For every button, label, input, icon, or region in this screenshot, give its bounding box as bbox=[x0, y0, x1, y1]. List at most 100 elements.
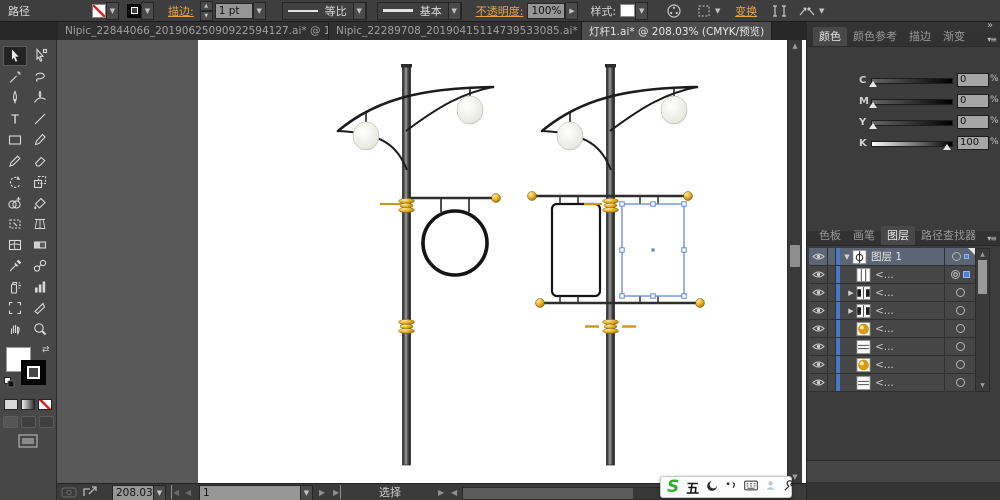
layer-label[interactable]: <... bbox=[875, 287, 944, 299]
stroke-weight-input[interactable]: 1 pt bbox=[215, 3, 253, 19]
visibility-toggle[interactable] bbox=[809, 356, 828, 373]
draw-inside-button[interactable] bbox=[39, 416, 54, 428]
layers-scroll-thumb[interactable] bbox=[978, 260, 987, 294]
lock-cell[interactable] bbox=[828, 320, 836, 337]
scroll-up-icon[interactable]: ▲ bbox=[788, 42, 802, 50]
layers-scrollbar[interactable]: ▲ ▼ bbox=[975, 248, 990, 392]
visibility-toggle[interactable] bbox=[809, 374, 828, 391]
lower-panel-menu-icon[interactable]: ▾≡ bbox=[987, 234, 996, 243]
rectangle-tool[interactable] bbox=[3, 130, 27, 150]
stroke-link[interactable]: 描边: bbox=[168, 3, 194, 19]
type-tool[interactable]: T bbox=[3, 109, 27, 129]
eyedropper-tool[interactable] bbox=[3, 256, 27, 276]
artboard-number-input[interactable]: 1 bbox=[199, 485, 303, 500]
live-paint-bucket-tool[interactable] bbox=[28, 193, 52, 213]
style-swatch[interactable] bbox=[620, 4, 635, 17]
opacity-link[interactable]: 不透明度: bbox=[476, 3, 524, 19]
none-button[interactable] bbox=[38, 399, 52, 410]
lock-cell[interactable] bbox=[828, 356, 836, 373]
expander-icon[interactable]: ▶ bbox=[846, 289, 856, 297]
arrange-caret-icon[interactable]: ▼ bbox=[816, 3, 827, 19]
selection-tool[interactable] bbox=[3, 46, 27, 66]
document-tab-1[interactable]: Nipic_22844066_20190625090922594127.ai* … bbox=[58, 22, 329, 40]
stroke-swatch-control[interactable]: ▼ bbox=[127, 2, 154, 20]
share-icon[interactable] bbox=[83, 485, 98, 499]
mesh-tool[interactable] bbox=[3, 235, 27, 255]
prev-artboard-icon[interactable]: ◀ bbox=[185, 485, 191, 499]
visibility-toggle[interactable] bbox=[809, 248, 828, 265]
ime-account-icon[interactable] bbox=[765, 480, 776, 494]
default-fill-stroke-icon[interactable] bbox=[4, 377, 15, 391]
expander-icon[interactable]: ▶ bbox=[846, 307, 856, 315]
magenta-slider-thumb[interactable] bbox=[869, 102, 877, 108]
document-canvas[interactable]: ▲ ▼ bbox=[57, 40, 806, 483]
align-icon[interactable] bbox=[771, 4, 788, 18]
ime-punctuation-icon[interactable] bbox=[725, 480, 737, 495]
tab-layers[interactable]: 图层 bbox=[881, 226, 915, 245]
draw-normal-button[interactable] bbox=[3, 416, 18, 428]
black-value-input[interactable]: 100 bbox=[957, 136, 989, 150]
tab-color[interactable]: 颜色 bbox=[813, 27, 847, 46]
direct-selection-tool[interactable] bbox=[28, 46, 52, 66]
cyan-value-input[interactable]: 0 bbox=[957, 73, 989, 87]
device-preview-icon[interactable] bbox=[61, 485, 77, 499]
target-icon[interactable] bbox=[955, 305, 966, 316]
tab-swatches[interactable]: 色板 bbox=[813, 226, 847, 245]
document-tab-2[interactable]: Nipic_22289708_20190415114739533085.ai* … bbox=[329, 22, 582, 40]
layer-row[interactable]: ▼ 图层 1 bbox=[809, 248, 975, 266]
stroke-swatch-large[interactable] bbox=[21, 360, 46, 385]
zoom-tool[interactable] bbox=[28, 319, 52, 339]
scale-tool[interactable] bbox=[28, 172, 52, 192]
visibility-toggle[interactable] bbox=[809, 320, 828, 337]
layer-label[interactable]: <... bbox=[875, 359, 944, 371]
stepper-up-icon[interactable]: ▲ bbox=[200, 1, 213, 11]
opacity-caret-icon[interactable]: ▶ bbox=[565, 2, 578, 20]
symbol-sprayer-tool[interactable] bbox=[3, 277, 27, 297]
banner-selected[interactable] bbox=[620, 202, 686, 298]
vertical-scrollbar[interactable]: ▲ ▼ bbox=[787, 40, 802, 483]
collapse-panels-icon[interactable]: » bbox=[987, 20, 993, 31]
black-slider-track[interactable] bbox=[871, 141, 953, 147]
cyan-slider-thumb[interactable] bbox=[869, 81, 877, 87]
rotate-tool[interactable] bbox=[3, 172, 27, 192]
lock-cell[interactable] bbox=[828, 248, 836, 265]
magenta-slider-track[interactable] bbox=[871, 99, 953, 105]
yellow-value-input[interactable]: 0 bbox=[957, 115, 989, 129]
fill-none-swatch[interactable] bbox=[92, 4, 106, 18]
gradient-button[interactable] bbox=[21, 399, 35, 410]
status-expand-icon[interactable]: ▶ bbox=[438, 485, 444, 499]
layer-label[interactable]: <... bbox=[875, 341, 944, 353]
ime-mode-wubi[interactable]: 五 bbox=[686, 478, 699, 497]
layer-label[interactable]: 图层 1 bbox=[871, 249, 944, 264]
ime-settings-wrench-icon[interactable] bbox=[783, 480, 795, 495]
stroke-swatch[interactable] bbox=[127, 4, 141, 18]
expander-icon[interactable]: ▼ bbox=[842, 253, 852, 261]
layers-scroll-up-icon[interactable]: ▲ bbox=[976, 251, 989, 258]
opacity-input[interactable]: 100% bbox=[527, 3, 565, 19]
stroke-weight-stepper[interactable]: ▲ ▼ bbox=[200, 1, 213, 21]
zoom-caret-icon[interactable]: ▼ bbox=[153, 485, 166, 500]
zoom-level-input[interactable]: 208.03 bbox=[112, 485, 156, 500]
target-icon[interactable] bbox=[955, 359, 966, 370]
artboard-caret-icon[interactable]: ▼ bbox=[300, 485, 313, 500]
layer-label[interactable]: <... bbox=[875, 305, 944, 317]
layer-row[interactable]: <... bbox=[809, 356, 975, 374]
first-artboard-icon[interactable]: ◀ bbox=[171, 485, 179, 499]
document-tab-active[interactable]: 灯杆1.ai* @ 208.03% (CMYK/预览) × bbox=[582, 22, 772, 40]
ime-softkeyboard-icon[interactable] bbox=[744, 480, 758, 494]
hscroll-left-icon[interactable]: ◀ bbox=[451, 485, 457, 499]
layer-row[interactable]: <... bbox=[809, 320, 975, 338]
hand-tool[interactable] bbox=[3, 319, 27, 339]
layer-label[interactable]: <... bbox=[875, 323, 944, 335]
magenta-value-input[interactable]: 0 bbox=[957, 94, 989, 108]
tab-brushes[interactable]: 画笔 bbox=[847, 226, 881, 245]
paintbrush-tool[interactable] bbox=[28, 130, 52, 150]
target-icon[interactable] bbox=[955, 287, 966, 298]
magic-wand-tool[interactable] bbox=[3, 67, 27, 87]
brush-caret-icon[interactable]: ▼ bbox=[448, 2, 461, 20]
fill-swatch-control[interactable]: ▼ bbox=[92, 2, 119, 20]
perspective-grid-tool[interactable] bbox=[28, 214, 52, 234]
tab-stroke[interactable]: 描边 bbox=[903, 27, 937, 46]
transform-link[interactable]: 变换 bbox=[735, 3, 757, 19]
layer-label[interactable]: <... bbox=[875, 269, 944, 281]
